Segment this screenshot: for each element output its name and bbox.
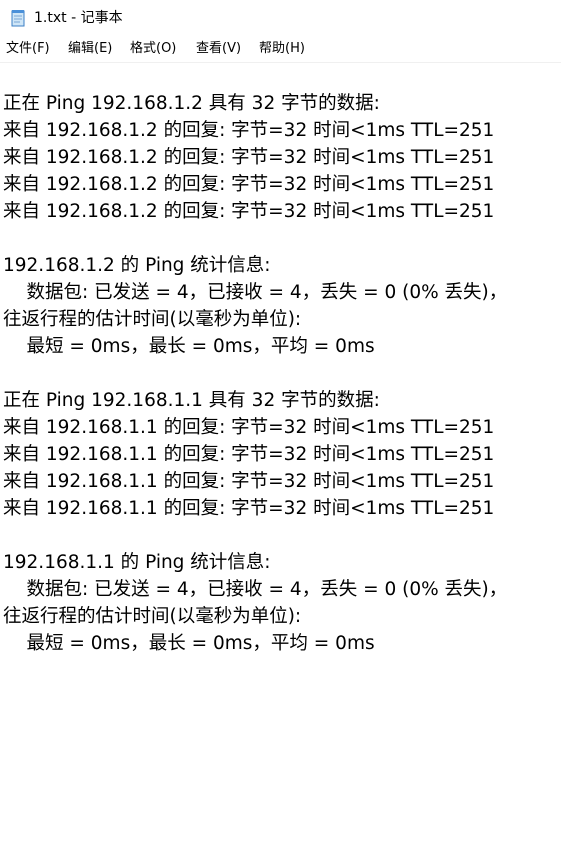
text-line: 来自 192.168.1.1 的回复: 字节=32 时间<1ms TTL=251 [3, 498, 495, 519]
menu-help[interactable]: 帮助(H) [259, 40, 305, 58]
text-line: 往返行程的估计时间(以毫秒为单位): [3, 606, 302, 627]
menu-edit[interactable]: 编辑(E) [68, 40, 112, 58]
text-line: 数据包: 已发送 = 4，已接收 = 4，丢失 = 0 (0% 丢失)， [3, 579, 508, 600]
text-line [3, 225, 507, 252]
title-bar[interactable]: 1.txt - 记事本 [0, 0, 561, 36]
text-line: 正在 Ping 192.168.1.2 具有 32 字节的数据: [3, 93, 380, 114]
text-line: 最短 = 0ms，最长 = 0ms，平均 = 0ms [3, 336, 375, 357]
text-line: 来自 192.168.1.1 的回复: 字节=32 时间<1ms TTL=251 [3, 471, 495, 492]
text-editor[interactable]: 正在 Ping 192.168.1.2 具有 32 字节的数据: 来自 192.1… [0, 63, 561, 854]
notepad-icon [11, 10, 25, 27]
text-line: 来自 192.168.1.2 的回复: 字节=32 时间<1ms TTL=251 [3, 201, 495, 222]
text-line: 192.168.1.2 的 Ping 统计信息: [3, 255, 271, 276]
text-line: 来自 192.168.1.1 的回复: 字节=32 时间<1ms TTL=251 [3, 417, 495, 438]
menu-format[interactable]: 格式(O) [130, 40, 176, 58]
text-line [3, 360, 507, 387]
text-line: 往返行程的估计时间(以毫秒为单位): [3, 309, 302, 330]
text-line: 192.168.1.1 的 Ping 统计信息: [3, 552, 271, 573]
text-line [3, 522, 507, 549]
text-line: 来自 192.168.1.1 的回复: 字节=32 时间<1ms TTL=251 [3, 444, 495, 465]
text-line: 最短 = 0ms，最长 = 0ms，平均 = 0ms [3, 633, 375, 654]
document-text[interactable]: 正在 Ping 192.168.1.2 具有 32 字节的数据: 来自 192.1… [3, 90, 507, 657]
text-line: 正在 Ping 192.168.1.1 具有 32 字节的数据: [3, 390, 380, 411]
window-title: 1.txt - 记事本 [34, 10, 123, 26]
text-line: 数据包: 已发送 = 4，已接收 = 4，丢失 = 0 (0% 丢失)， [3, 282, 508, 303]
menu-bar: 文件(F) 编辑(E) 格式(O) 查看(V) 帮助(H) [0, 36, 561, 63]
text-line: 来自 192.168.1.2 的回复: 字节=32 时间<1ms TTL=251 [3, 174, 495, 195]
text-line: 来自 192.168.1.2 的回复: 字节=32 时间<1ms TTL=251 [3, 120, 495, 141]
menu-view[interactable]: 查看(V) [196, 40, 241, 58]
text-line: 来自 192.168.1.2 的回复: 字节=32 时间<1ms TTL=251 [3, 147, 495, 168]
menu-file[interactable]: 文件(F) [6, 40, 50, 58]
